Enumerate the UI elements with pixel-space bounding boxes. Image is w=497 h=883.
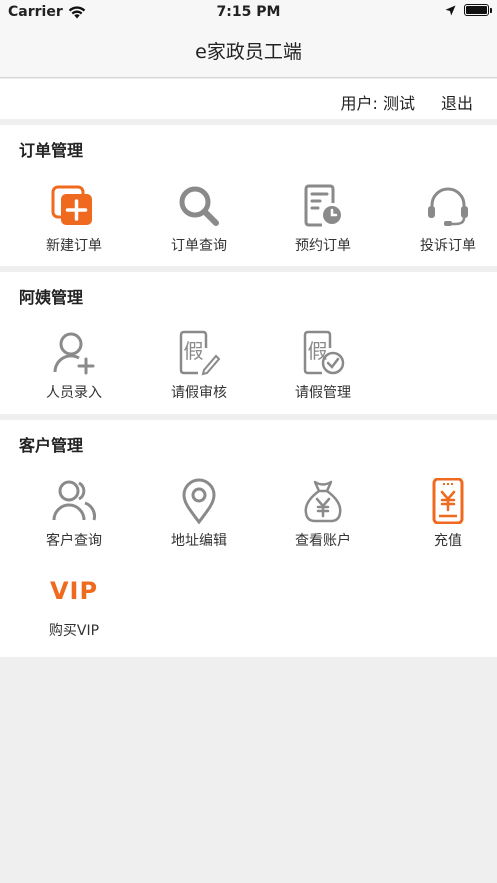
customer-search-button[interactable]: 客户查询 <box>12 478 136 550</box>
search-icon <box>179 186 219 226</box>
order-search-button[interactable]: 订单查询 <box>137 183 261 255</box>
grid-item-label: 请假审核 <box>171 385 227 401</box>
grid-item-label: 地址编辑 <box>171 533 227 549</box>
logout-button[interactable]: 退出 <box>441 90 473 114</box>
money-bag-icon <box>304 480 342 523</box>
section-title: 阿姨管理 <box>19 288 84 307</box>
orders-section: 订单管理 新建订单 订单查询 预约订单 投诉订单 <box>0 125 497 266</box>
aunties-section: 阿姨管理 人员录入 假 请假审核 假 请假管理 <box>0 272 497 414</box>
grid-item-label: 人员录入 <box>46 385 102 401</box>
add-staff-button[interactable]: 人员录入 <box>12 330 136 402</box>
customers-section: 客户管理 客户查询 地址编辑 查看账户 充值 VIP 购买VIP <box>0 420 497 657</box>
grid-item-label: 充值 <box>434 533 462 549</box>
complaint-order-button[interactable]: 投诉订单 <box>386 183 497 255</box>
scheduled-order-button[interactable]: 预约订单 <box>261 183 385 255</box>
grid-item-label: 购买VIP <box>48 623 100 639</box>
section-title: 订单管理 <box>19 141 84 160</box>
new-order-button[interactable]: 新建订单 <box>12 183 136 255</box>
vip-icon: VIP <box>49 577 99 605</box>
location-arrow-icon <box>445 5 456 15</box>
view-account-button[interactable]: 查看账户 <box>261 478 385 550</box>
battery-icon <box>464 4 492 16</box>
location-pin-icon <box>182 478 216 524</box>
clock: 7:15 PM <box>216 4 281 20</box>
grid-item-label: 请假管理 <box>295 385 351 401</box>
user-bar: 用户: 测试 退出 <box>0 79 497 119</box>
grid-item-label: 订单查询 <box>171 238 227 254</box>
leave-review-icon: 假 <box>179 330 221 376</box>
recharge-button[interactable]: 充值 <box>386 478 497 550</box>
current-user-label: 用户: 测试 <box>340 94 415 113</box>
new-order-icon <box>51 185 92 225</box>
grid-item-label: 投诉订单 <box>420 238 476 254</box>
section-title: 客户管理 <box>19 436 84 455</box>
grid-item-label: 新建订单 <box>46 238 102 254</box>
grid-item-label: 预约订单 <box>295 238 351 254</box>
leave-glyph: 假 <box>184 339 204 363</box>
headset-icon <box>428 187 468 226</box>
address-edit-button[interactable]: 地址编辑 <box>137 478 261 550</box>
grid-item-label: 客户查询 <box>46 533 102 549</box>
grid-item-label: 查看账户 <box>295 533 351 549</box>
leave-manage-button[interactable]: 假 请假管理 <box>261 330 385 402</box>
leave-manage-icon: 假 <box>303 330 345 375</box>
page-title: e家政员工端 <box>195 41 302 63</box>
leave-review-button[interactable]: 假 请假审核 <box>137 330 261 402</box>
schedule-order-icon <box>304 184 341 227</box>
add-person-icon <box>53 332 95 375</box>
status-bar: Carrier 7:15 PM <box>0 0 497 24</box>
buy-vip-button[interactable]: VIP 购买VIP <box>12 568 136 640</box>
phone-recharge-icon <box>432 478 464 524</box>
customers-icon <box>52 480 96 521</box>
nav-bar: e家政员工端 <box>0 24 497 78</box>
